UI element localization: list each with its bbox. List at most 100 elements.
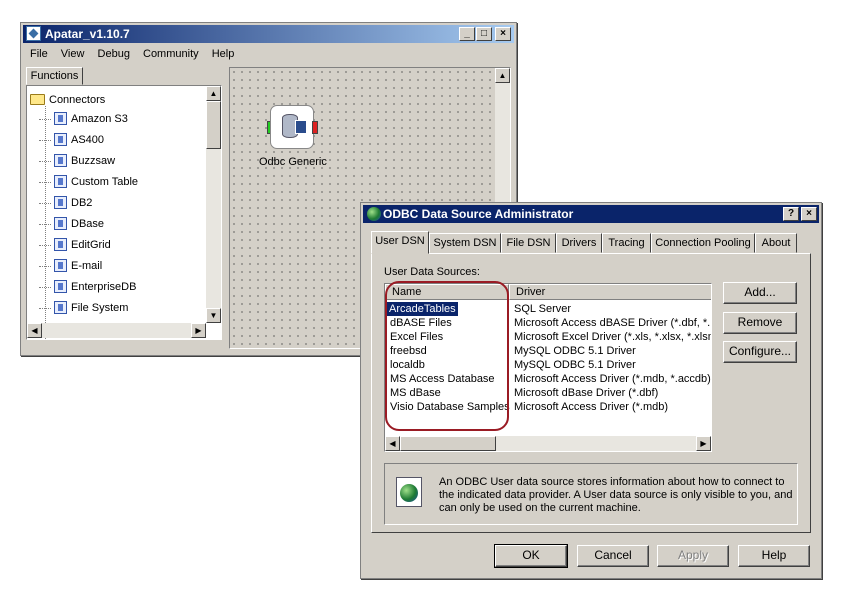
menu-file[interactable]: File (25, 45, 53, 63)
dsn-name: freebsd (390, 345, 427, 357)
node-label: Odbc Generic (259, 156, 327, 168)
table-row[interactable]: freebsd MySQL ODBC 5.1 Driver (385, 344, 711, 358)
dsn-driver: Microsoft Access Driver (*.mdb, *.accdb) (514, 373, 711, 385)
tree-item-label: EditGrid (71, 239, 111, 251)
tree-item-editgrid[interactable]: EditGrid (39, 236, 111, 254)
tree-root-label: Connectors (49, 94, 106, 106)
tree-item-label: Custom Table (71, 176, 139, 188)
ok-button[interactable]: OK (494, 544, 568, 568)
tree-item-as400[interactable]: AS400 (39, 131, 104, 149)
tab-user-dsn[interactable]: User DSN (371, 231, 429, 254)
list-horizontal-scrollbar[interactable]: ◀ ▶ (385, 436, 711, 451)
table-row[interactable]: Excel Files Microsoft Excel Driver (*.xl… (385, 330, 711, 344)
tab-connection-pooling[interactable]: Connection Pooling (651, 233, 755, 253)
scroll-up-icon[interactable]: ▲ (495, 68, 510, 83)
dsn-name: localdb (390, 359, 425, 371)
tree-item-file-system[interactable]: File System (39, 299, 128, 317)
tab-file-dsn[interactable]: File DSN (501, 233, 556, 253)
maximize-button[interactable]: □ (476, 27, 492, 41)
help-button[interactable]: Help (738, 545, 810, 567)
tab-tracing[interactable]: Tracing (602, 233, 651, 253)
apply-button[interactable]: Apply (657, 545, 729, 567)
tree-item-amazon-s3[interactable]: Amazon S3 (39, 110, 128, 128)
globe-icon (367, 207, 381, 221)
info-box: An ODBC User data source stores informat… (384, 463, 798, 525)
table-row[interactable]: Visio Database Samples Microsoft Access … (385, 400, 711, 414)
menu-debug[interactable]: Debug (93, 45, 135, 63)
column-header-name[interactable]: Name (385, 284, 509, 300)
tree-item-label: Amazon S3 (71, 113, 128, 125)
tab-drivers[interactable]: Drivers (556, 233, 602, 253)
odbc-generic-node[interactable] (270, 105, 314, 149)
tree-item-label: DB2 (71, 197, 93, 209)
info-text: An ODBC User data source stores informat… (439, 476, 793, 514)
user-data-sources-list[interactable]: Name Driver ArcadeTables SQL Server dBAS… (384, 283, 712, 452)
dsn-name: dBASE Files (390, 317, 452, 329)
tree-item-custom-table[interactable]: Custom Table (39, 173, 138, 191)
scroll-right-icon[interactable]: ▶ (696, 436, 711, 451)
dsn-driver: Microsoft dBase Driver (*.dbf) (514, 387, 659, 399)
dsn-name: Excel Files (390, 331, 444, 343)
minimize-button[interactable]: _ (459, 27, 475, 41)
tree-vertical-scrollbar[interactable]: ▲ ▼ (206, 86, 221, 323)
tab-about[interactable]: About (755, 233, 797, 253)
remove-button[interactable]: Remove (723, 312, 797, 334)
add-button[interactable]: Add... (723, 282, 797, 304)
scroll-left-icon[interactable]: ◀ (27, 323, 42, 338)
menu-view[interactable]: View (56, 45, 90, 63)
table-row[interactable]: MS Access Database Microsoft Access Driv… (385, 372, 711, 386)
scroll-thumb[interactable] (206, 101, 221, 149)
menu-community[interactable]: Community (138, 45, 204, 63)
tree-root-connectors[interactable]: Connectors (30, 92, 105, 108)
folder-icon (30, 94, 45, 105)
scroll-thumb[interactable] (400, 436, 496, 451)
file-system-icon (54, 301, 67, 314)
scroll-up-icon[interactable]: ▲ (206, 86, 221, 101)
scroll-left-icon[interactable]: ◀ (385, 436, 400, 451)
menu-help[interactable]: Help (207, 45, 240, 63)
tab-system-dsn[interactable]: System DSN (429, 233, 501, 253)
cancel-button[interactable]: Cancel (577, 545, 649, 567)
output-port-icon[interactable] (312, 121, 318, 134)
dsn-driver: MySQL ODBC 5.1 Driver (514, 345, 636, 357)
dsn-driver: Microsoft Access Driver (*.mdb) (514, 401, 669, 413)
tree-item-buzzsaw[interactable]: Buzzsaw (39, 152, 115, 170)
dsn-name: MS dBase (390, 387, 441, 399)
odbc-info-icon (396, 477, 422, 507)
help-title-button[interactable]: ? (783, 207, 799, 221)
tree-item-label: File System (71, 302, 129, 314)
tree-item-label: AS400 (71, 134, 105, 146)
dsn-name: Visio Database Samples (390, 401, 510, 413)
tree-item-dbase[interactable]: DBase (39, 215, 104, 233)
configure-button[interactable]: Configure... (723, 341, 797, 363)
tree-item-enterprisedb[interactable]: EnterpriseDB (39, 278, 136, 296)
table-row[interactable]: localdb MySQL ODBC 5.1 Driver (385, 358, 711, 372)
apatar-title-bar[interactable]: Apatar_v1.10.7 _ □ × (23, 25, 514, 43)
table-row[interactable]: MS dBase Microsoft dBase Driver (*.dbf) (385, 386, 711, 400)
table-row[interactable]: ArcadeTables SQL Server (385, 302, 711, 316)
close-button[interactable]: × (801, 207, 817, 221)
scroll-right-icon[interactable]: ▶ (191, 323, 206, 338)
odbc-title-bar[interactable]: ODBC Data Source Administrator ? × (363, 205, 819, 223)
odbc-dialog: ODBC Data Source Administrator ? × User … (360, 202, 822, 579)
apatar-app-icon (26, 26, 41, 41)
tree-item-label: DBase (71, 218, 105, 230)
tab-functions[interactable]: Functions (26, 67, 83, 85)
dsn-name: MS Access Database (390, 373, 495, 385)
dsn-driver: SQL Server (514, 303, 572, 315)
odbc-title: ODBC Data Source Administrator (383, 207, 574, 221)
apatar-title: Apatar_v1.10.7 (45, 27, 130, 41)
tree-item-email[interactable]: E-mail (39, 257, 102, 275)
table-row[interactable]: dBASE Files Microsoft Access dBASE Drive… (385, 316, 711, 330)
scroll-down-icon[interactable]: ▼ (206, 308, 221, 323)
tree-horizontal-scrollbar[interactable]: ◀ ▶ (27, 323, 206, 338)
tree-item-db2[interactable]: DB2 (39, 194, 92, 212)
dsn-driver: Microsoft Access dBASE Driver (*.dbf, *.… (514, 317, 711, 329)
close-button[interactable]: × (495, 27, 511, 41)
tree-item-label: Buzzsaw (71, 155, 116, 167)
column-header-driver[interactable]: Driver (509, 284, 711, 300)
email-icon (54, 259, 67, 272)
db2-icon (54, 196, 67, 209)
dsn-driver: MySQL ODBC 5.1 Driver (514, 359, 636, 371)
tree-item-label: E-mail (71, 260, 103, 272)
